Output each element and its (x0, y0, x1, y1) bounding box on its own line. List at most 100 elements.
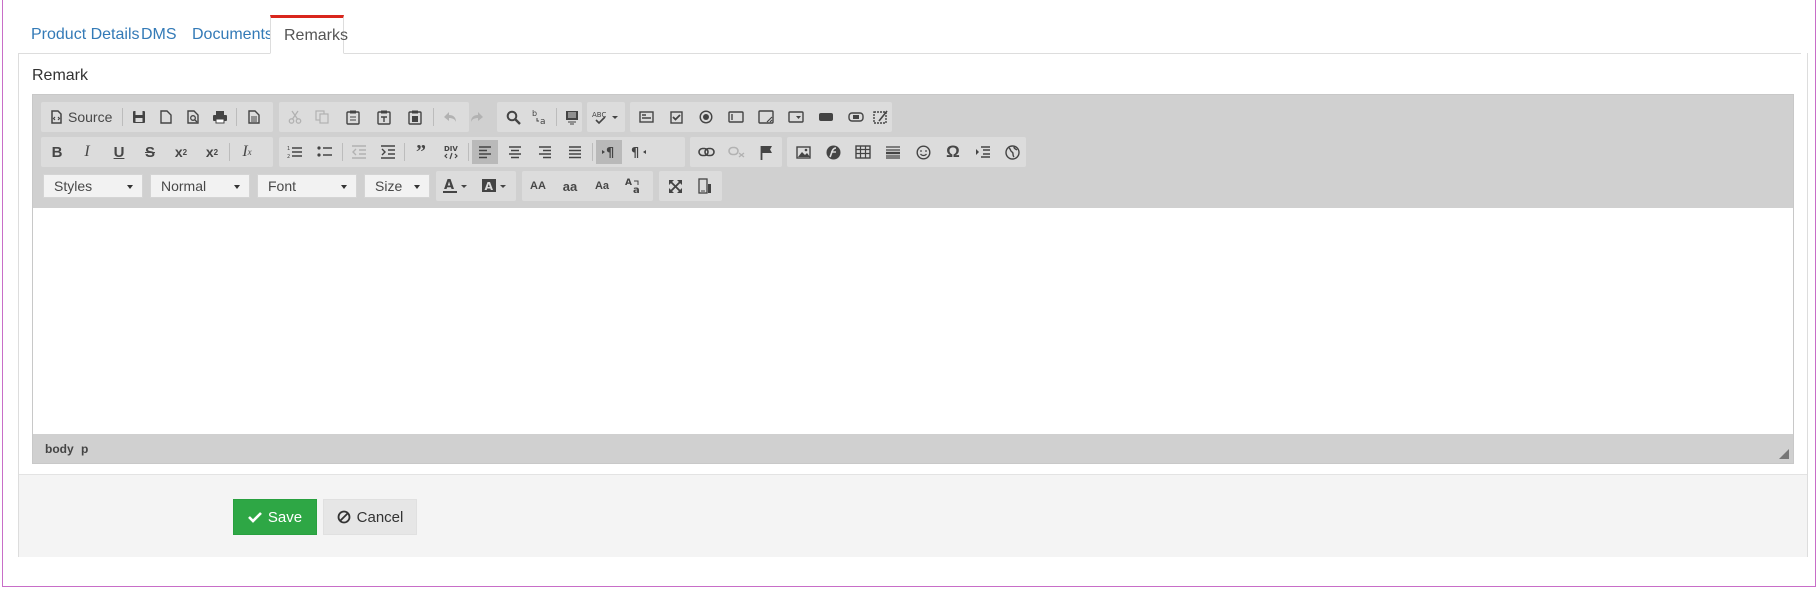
div-icon: DIV (444, 145, 458, 160)
replace-button[interactable]: ba (527, 105, 553, 129)
paste-text-button[interactable] (371, 105, 397, 129)
image-button[interactable] (790, 140, 816, 164)
justify-button[interactable] (562, 140, 588, 164)
numbered-list-button[interactable]: 12 (282, 140, 308, 164)
page-break-button[interactable] (970, 140, 996, 164)
save-icon (133, 111, 145, 123)
paste-word-button[interactable] (402, 105, 428, 129)
remarks-panel: Remark Source b a ABC B I U S x 2 x 2 I … (18, 53, 1808, 557)
resize-handle[interactable] (1779, 449, 1789, 459)
align-center-button[interactable] (502, 140, 528, 164)
toggle-case-button[interactable]: Aa (621, 174, 647, 198)
svg-text:a: a (633, 185, 640, 195)
create-div-button[interactable]: DIV (438, 140, 464, 164)
remove-format-button[interactable]: Ix (234, 140, 260, 164)
text-color-button[interactable]: A (439, 174, 474, 198)
superscript-button[interactable]: x2 (199, 140, 225, 164)
unlink-button[interactable] (723, 140, 749, 164)
document-group: Source (41, 102, 273, 132)
table-button[interactable] (850, 140, 876, 164)
anchor-button[interactable] (753, 140, 779, 164)
rtl-icon: ¶ (631, 146, 646, 159)
blockquote-button[interactable]: ” (408, 140, 434, 164)
preview-button[interactable] (180, 105, 206, 129)
undo-button[interactable] (437, 105, 463, 129)
styles-combo[interactable]: Styles (43, 174, 143, 198)
editor-content-area[interactable] (33, 208, 1793, 434)
textarea-button[interactable] (753, 105, 779, 129)
templates-button[interactable] (241, 105, 267, 129)
hidden-field-button[interactable] (870, 105, 892, 129)
capitalize-button[interactable]: Aa (589, 174, 615, 198)
select-all-button[interactable] (559, 105, 585, 129)
align-left-button[interactable] (472, 140, 498, 164)
find-button[interactable] (500, 105, 526, 129)
button-tool[interactable] (813, 105, 839, 129)
svg-text:¶: ¶ (606, 146, 614, 159)
spellcheck-group: ABC (587, 102, 625, 132)
size-combo[interactable]: Size (364, 174, 430, 198)
spellcheck-button[interactable]: ABC (590, 105, 622, 129)
checkbox-button[interactable] (663, 105, 689, 129)
source-button[interactable]: Source (44, 105, 120, 129)
page-frame: Product Details DMS Documents Remarks Re… (2, 0, 1816, 587)
ltr-button[interactable]: ¶ (596, 140, 622, 164)
form-button[interactable] (633, 105, 659, 129)
rtl-button[interactable]: ¶ (626, 140, 652, 164)
copy-icon (315, 110, 329, 124)
svg-text:A: A (484, 180, 493, 193)
align-right-button[interactable] (532, 140, 558, 164)
strikethrough-button[interactable]: S (137, 140, 163, 164)
show-blocks-button[interactable] (692, 174, 718, 198)
copy-button[interactable] (309, 105, 335, 129)
iframe-button[interactable] (999, 140, 1025, 164)
smiley-icon (915, 144, 931, 160)
cut-button[interactable] (282, 105, 308, 129)
numbered-list-icon: 12 (287, 146, 302, 159)
save-doc-button[interactable] (126, 105, 152, 129)
bulleted-list-button[interactable] (312, 140, 338, 164)
smiley-button[interactable] (910, 140, 936, 164)
tab-bar: Product Details DMS Documents Remarks (18, 15, 1801, 54)
horizontal-rule-button[interactable] (880, 140, 906, 164)
align-center-icon (509, 145, 521, 158)
cancel-button-label: Cancel (356, 508, 404, 526)
cancel-button[interactable]: Cancel (323, 499, 417, 535)
special-char-button[interactable]: Ω (940, 140, 966, 164)
maximize-button[interactable] (662, 174, 688, 198)
tab-remarks[interactable]: Remarks (270, 15, 348, 54)
element-path-p[interactable]: p (81, 442, 88, 456)
radio-button-tool[interactable] (693, 105, 719, 129)
underline-button[interactable]: U (106, 140, 132, 164)
separator (556, 108, 557, 126)
toggle-case-icon: Aa (625, 178, 640, 195)
svg-text:A: A (625, 178, 632, 188)
paste-button[interactable] (340, 105, 366, 129)
link-button[interactable] (693, 140, 719, 164)
source-label: Source (68, 109, 113, 125)
subscript-button[interactable]: x2 (168, 140, 194, 164)
image-button-tool[interactable] (843, 105, 869, 129)
background-color-button[interactable]: A (478, 174, 513, 198)
replace-icon: ba (532, 109, 546, 126)
uppercase-button[interactable]: AA (525, 174, 551, 198)
select-field-button[interactable] (783, 105, 809, 129)
font-combo[interactable]: Font (257, 174, 357, 198)
redo-button[interactable] (464, 105, 490, 129)
format-combo[interactable]: Normal (150, 174, 250, 198)
italic-button[interactable]: I (74, 140, 100, 164)
lowercase-button[interactable]: aa (557, 174, 583, 198)
text-field-button[interactable] (723, 105, 749, 129)
indent-button[interactable] (375, 140, 401, 164)
separator (404, 143, 405, 161)
bold-button[interactable]: B (44, 140, 70, 164)
element-path-body[interactable]: body (45, 442, 74, 456)
save-button[interactable]: Save (233, 499, 317, 535)
outdent-button[interactable] (346, 140, 372, 164)
clipboard-group (279, 102, 469, 132)
undo-icon (444, 112, 456, 122)
new-page-button[interactable] (153, 105, 179, 129)
flash-button[interactable] (820, 140, 846, 164)
new-page-icon (160, 110, 172, 124)
print-button[interactable] (207, 105, 233, 129)
